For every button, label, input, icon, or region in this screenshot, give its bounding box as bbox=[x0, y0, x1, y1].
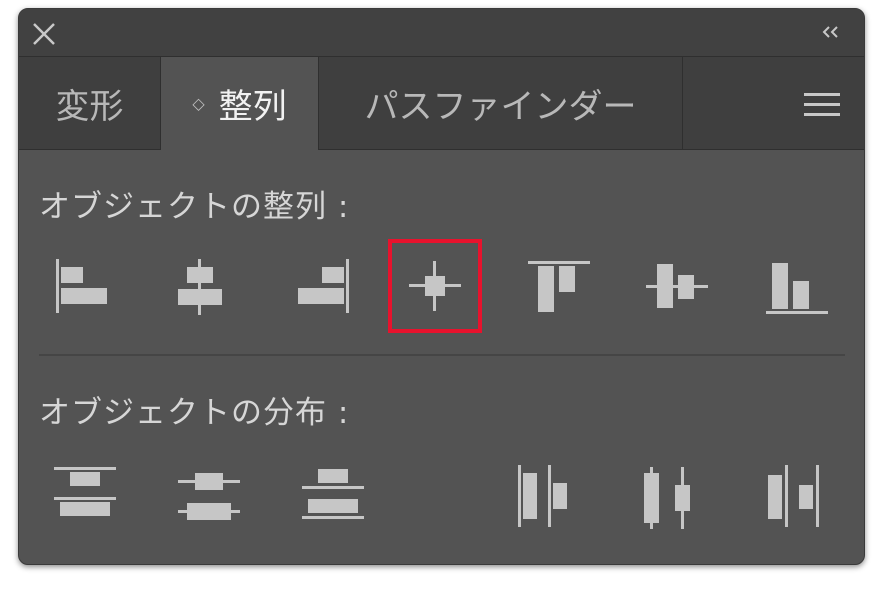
tab-pathfinder-label: パスファインダー bbox=[364, 86, 637, 127]
align-horizontal-center-icon[interactable] bbox=[161, 247, 239, 325]
align-right-icon[interactable] bbox=[285, 247, 363, 325]
distribute-horizontal-center-icon[interactable] bbox=[631, 459, 709, 537]
distribute-right-icon[interactable] bbox=[754, 459, 832, 537]
align-left-icon[interactable] bbox=[41, 247, 119, 325]
align-objects-label: オブジェクトの整列 : bbox=[39, 189, 350, 225]
updown-chevron-icon: ◇ bbox=[192, 93, 205, 113]
tab-transform-label: 変形 bbox=[55, 86, 124, 127]
distribute-objects-label: オブジェクトの分布 : bbox=[39, 395, 350, 431]
highlight-box bbox=[388, 239, 482, 333]
tab-align[interactable]: ◇ 整列 bbox=[161, 57, 319, 150]
section-divider bbox=[39, 354, 845, 356]
distribute-vertical-center-icon[interactable] bbox=[169, 459, 247, 537]
distribute-bottom-icon[interactable] bbox=[294, 459, 372, 537]
distribute-top-icon[interactable] bbox=[46, 459, 124, 537]
align-panel: 変形 ◇ 整列 パスファインダー オブジェクトの整列 : オブジェクトの分布: bbox=[18, 8, 865, 565]
close-icon[interactable] bbox=[31, 21, 57, 47]
panel-tabbar: 変形 ◇ 整列 パスファインダー bbox=[19, 57, 864, 150]
panel-titlebar bbox=[19, 9, 864, 57]
tab-align-label: 整列 bbox=[218, 87, 287, 127]
tab-pathfinder[interactable]: パスファインダー bbox=[319, 57, 683, 149]
align-bottom-icon[interactable] bbox=[759, 247, 837, 325]
double-chevron-left-icon[interactable] bbox=[820, 23, 842, 41]
align-top-icon[interactable] bbox=[514, 247, 592, 325]
tab-transform[interactable]: 変形 bbox=[19, 57, 161, 149]
hamburger-menu-icon[interactable] bbox=[804, 91, 840, 119]
align-vertical-center-icon[interactable] bbox=[638, 247, 716, 325]
distribute-left-icon[interactable] bbox=[506, 459, 584, 537]
